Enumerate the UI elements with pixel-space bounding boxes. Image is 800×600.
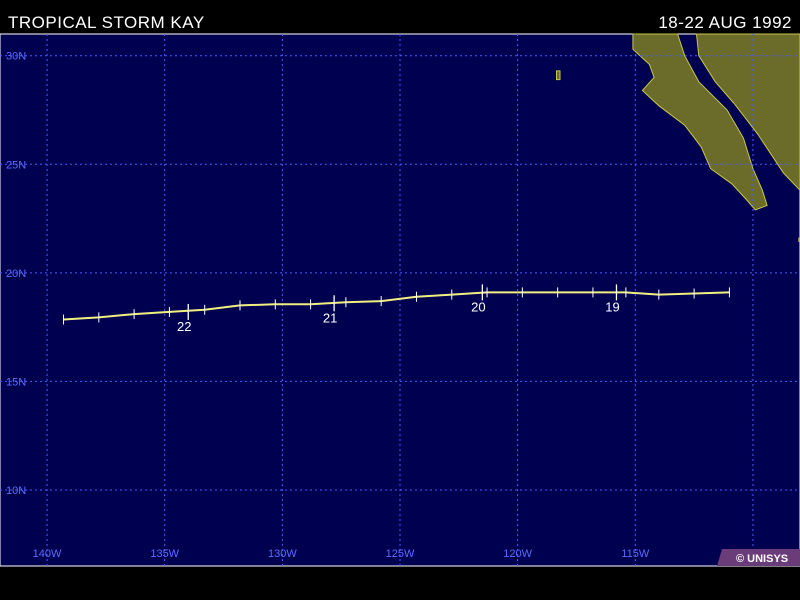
longitude-label: 125W [386,548,415,560]
longitude-label: 120W [503,548,532,560]
latitude-label: 30N [6,51,26,63]
latitude-label: 10N [6,485,26,497]
longitude-label: 140W [33,548,62,560]
credit-label: © UNISYS [736,553,788,565]
day-label: 19 [605,299,619,314]
latitude-label: 20N [6,268,26,280]
island [556,70,561,81]
storm-track-map: 19 20 21 22 30N 25N 20N 15N 10N 140W 135W 130W 125W… [0,33,800,567]
unisys-credit: © UNISYS [717,549,800,566]
day-label: 20 [471,299,485,314]
day-label: 21 [323,310,337,325]
longitude-label: 115W [621,548,650,560]
longitude-label: 135W [150,548,179,560]
longitude-label: 130W [268,548,297,560]
day-label: 22 [177,319,191,334]
latitude-label: 25N [6,159,26,171]
latitude-label: 15N [6,376,26,388]
